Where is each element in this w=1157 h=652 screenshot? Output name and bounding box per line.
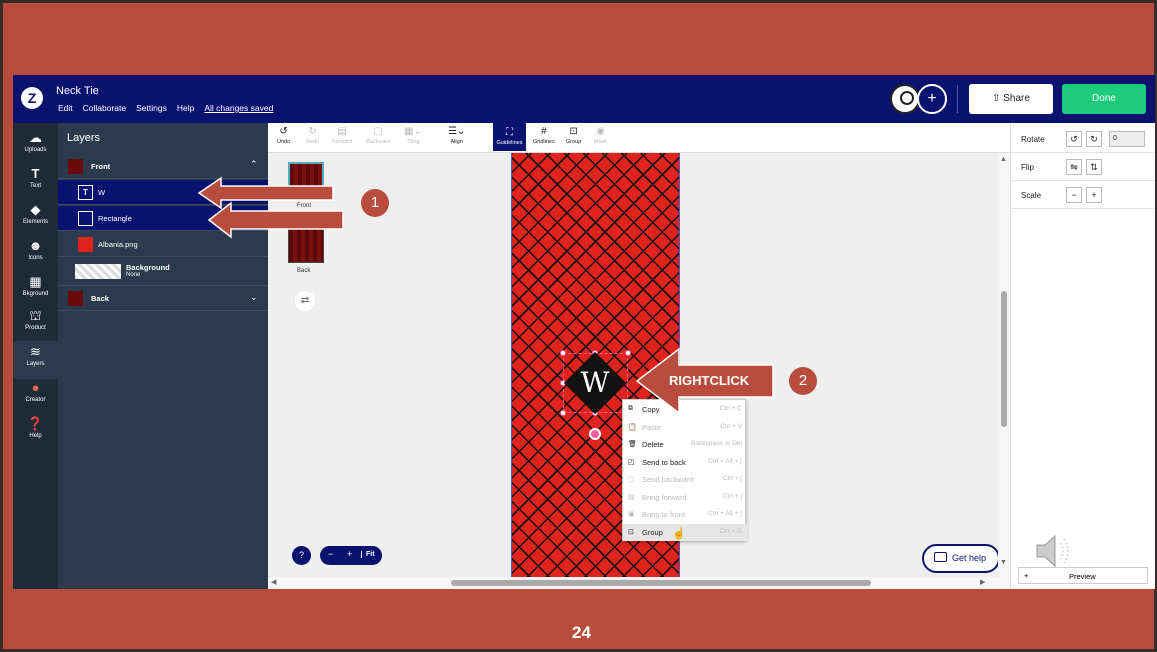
annotation-overlay (197, 176, 774, 415)
step-badge-2: 2 (789, 367, 817, 395)
speaker-icon[interactable] (1033, 531, 1073, 571)
step-badge-1: 1 (361, 189, 389, 217)
rightclick-label: RIGHTCLICK (669, 373, 750, 388)
slide-number: 24 (572, 623, 591, 642)
annotation-arrow-1 (197, 176, 334, 210)
slide: Z Neck Tie Edit Collaborate Settings Hel… (0, 0, 1157, 652)
annotation-arrow-1b (207, 201, 344, 239)
